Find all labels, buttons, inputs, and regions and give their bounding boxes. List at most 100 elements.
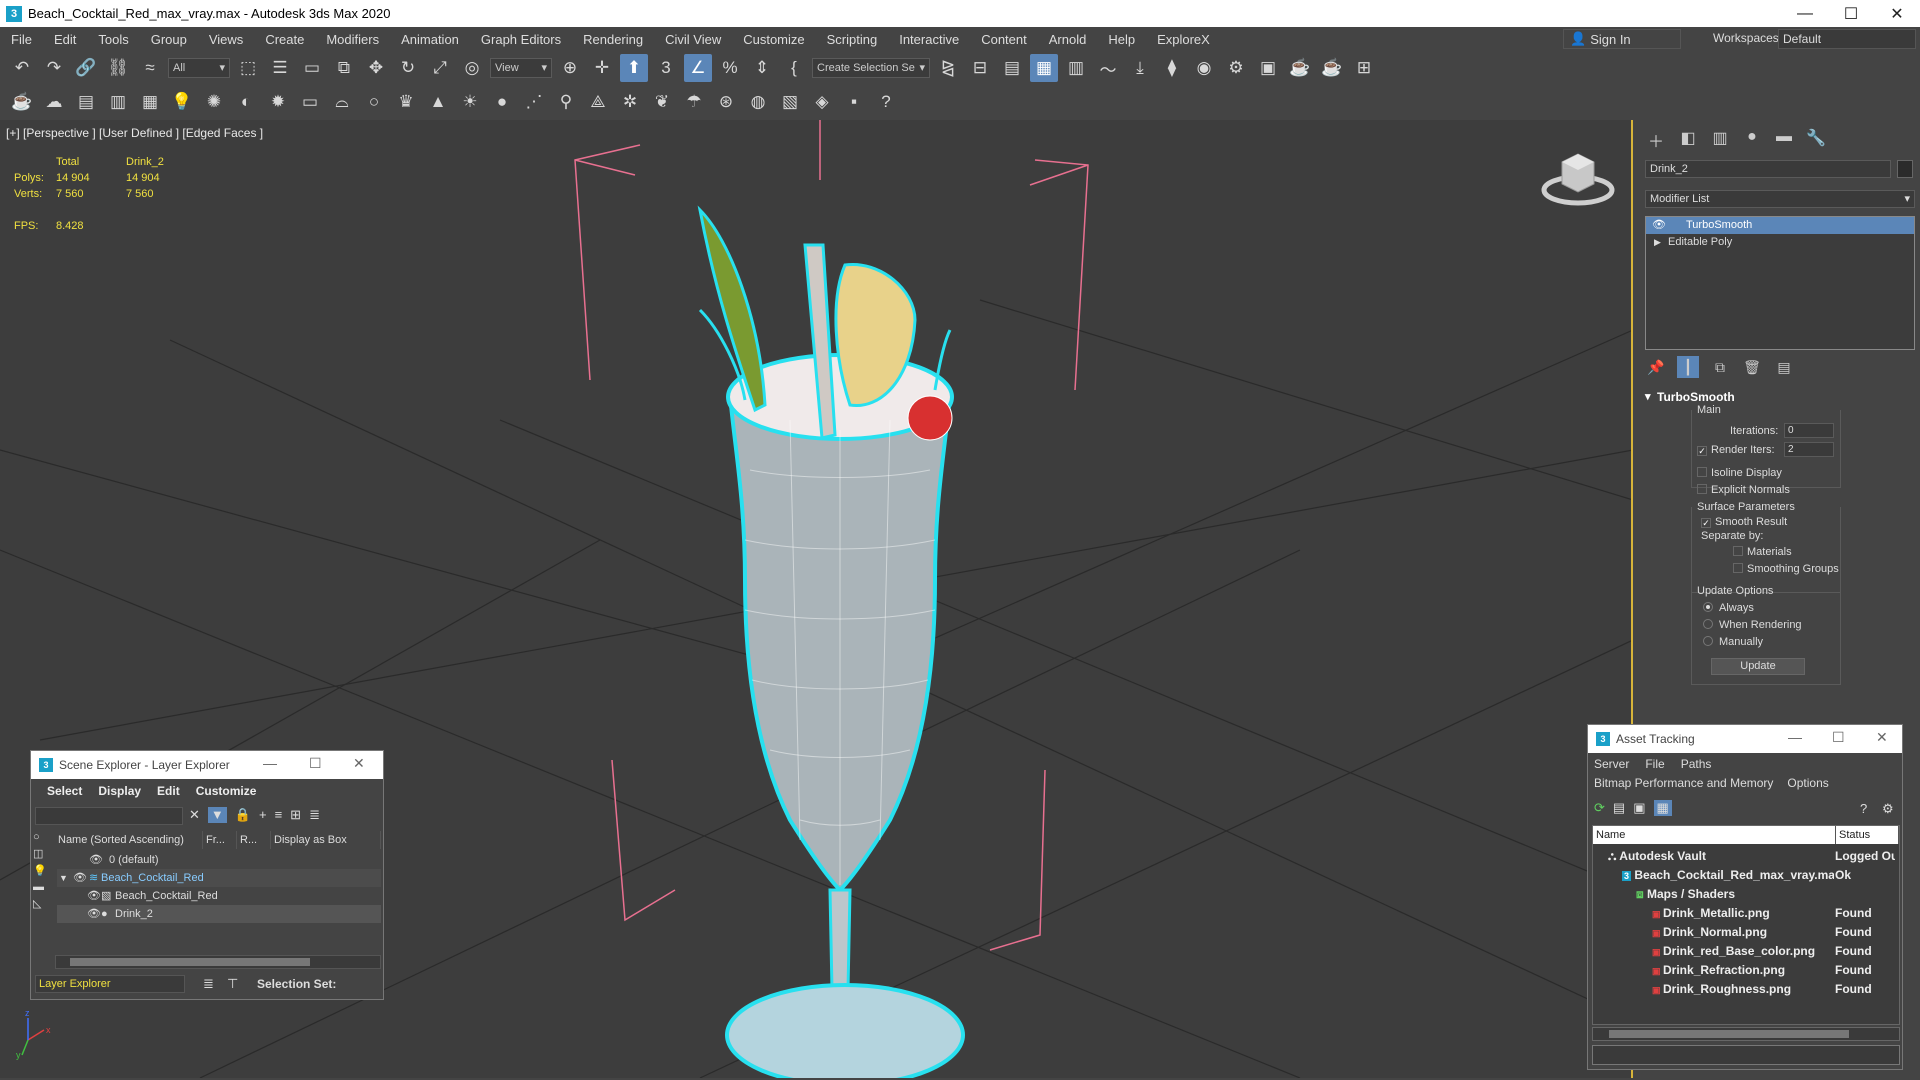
select-object-icon[interactable]: ⬚ xyxy=(234,54,262,82)
bind-spacewarp-icon[interactable]: ≈ xyxy=(136,54,164,82)
sun-icon[interactable]: ☀ xyxy=(456,88,484,116)
sign-in-dropdown[interactable]: 👤 Sign In xyxy=(1563,29,1681,49)
mirror-icon[interactable]: ⧎ xyxy=(934,54,962,82)
always-radio[interactable]: Always xyxy=(1703,602,1754,614)
menu-file[interactable]: File xyxy=(0,32,43,47)
make-unique-icon[interactable]: ⧉ xyxy=(1709,356,1731,378)
eye-icon[interactable]: 👁 xyxy=(89,851,103,869)
maximize-icon[interactable]: ☐ xyxy=(1828,0,1874,27)
menu-rendering[interactable]: Rendering xyxy=(572,32,654,47)
select-move-icon[interactable]: ✥ xyxy=(362,54,390,82)
ies-light-icon[interactable]: ◐ xyxy=(232,88,260,116)
menu-interactive[interactable]: Interactive xyxy=(888,32,970,47)
column-name[interactable]: Name (Sorted Ascending) xyxy=(55,831,203,849)
select-scale-icon[interactable]: ⤢ xyxy=(426,54,454,82)
motion-tab-icon[interactable]: ● xyxy=(1741,128,1763,150)
maximize-icon[interactable]: ☐ xyxy=(309,755,322,772)
scrollbar-thumb[interactable] xyxy=(70,958,310,966)
ref-coord-dropdown[interactable]: View xyxy=(490,58,552,78)
horizontal-scrollbar[interactable] xyxy=(55,955,381,969)
menu-arnold[interactable]: Arnold xyxy=(1038,32,1098,47)
plane-icon[interactable]: ⟁ xyxy=(584,88,612,116)
configure-sets-icon[interactable]: ▤ xyxy=(1773,356,1795,378)
render-production-icon[interactable]: ☕ xyxy=(1286,54,1314,82)
keyboard-shortcut-override-icon[interactable]: ⬆ xyxy=(620,54,648,82)
menu-scripting[interactable]: Scripting xyxy=(816,32,889,47)
column-render[interactable]: R... xyxy=(237,831,271,849)
menu-edit[interactable]: Edit xyxy=(43,32,87,47)
menu-paths[interactable]: Paths xyxy=(1681,757,1712,771)
snaps-toggle-icon[interactable]: 3 xyxy=(652,54,680,82)
lock-icon[interactable]: 🔒 xyxy=(235,807,251,823)
layer-row[interactable]: 👁 0 (default) xyxy=(57,851,381,869)
pivot-center-icon[interactable]: ⊕ xyxy=(556,54,584,82)
menu-bitmap-performance[interactable]: Bitmap Performance and Memory xyxy=(1594,776,1773,790)
smooth-result-checkbox[interactable]: ✓ Smooth Result xyxy=(1701,516,1787,528)
search-input[interactable] xyxy=(35,807,183,825)
undo-icon[interactable]: ↶ xyxy=(8,54,36,82)
rendered-frame-window-icon[interactable]: ▣ xyxy=(1254,54,1282,82)
menu-content[interactable]: Content xyxy=(970,32,1038,47)
vray-toolbar-icon[interactable]: ⊞ xyxy=(1350,54,1378,82)
menu-edit[interactable]: Edit xyxy=(149,784,188,798)
menu-select[interactable]: Select xyxy=(39,784,90,798)
render-elements-icon[interactable]: ▥ xyxy=(104,88,132,116)
eye-icon[interactable]: 👁 xyxy=(73,869,87,887)
utilities-tab-icon[interactable]: 🔧 xyxy=(1805,128,1827,150)
material-editor-icon[interactable]: ◉ xyxy=(1190,54,1218,82)
materials-checkbox[interactable]: Materials xyxy=(1733,546,1792,558)
modifier-list-dropdown[interactable]: Modifier List ▾ xyxy=(1645,190,1915,208)
redo-icon[interactable]: ↷ xyxy=(40,54,68,82)
when-rendering-radio[interactable]: When Rendering xyxy=(1703,619,1802,631)
vray-sun-icon[interactable]: ✹ xyxy=(264,88,292,116)
refresh-icon[interactable]: ⟳ xyxy=(1594,800,1605,816)
column-status[interactable]: Status xyxy=(1836,826,1899,844)
object-name-field[interactable]: Drink_2 xyxy=(1645,160,1891,178)
close-icon[interactable]: ✕ xyxy=(353,755,365,772)
filter-icon[interactable]: ▼ xyxy=(207,807,227,823)
link-icon[interactable]: 🔗 xyxy=(72,54,100,82)
asset-row[interactable]: ⛬ Autodesk Vault Logged Ou xyxy=(1592,847,1900,866)
rollout-title[interactable]: TurboSmooth xyxy=(1645,390,1915,404)
edit-named-selection-icon[interactable]: { xyxy=(780,54,808,82)
teapot-icon[interactable]: ☕ xyxy=(8,88,36,116)
selection-filter-dropdown[interactable]: All xyxy=(168,58,230,78)
ambient-light-icon[interactable]: ● xyxy=(488,88,516,116)
material-library-icon[interactable]: ▧ xyxy=(776,88,804,116)
sphere-light-icon[interactable]: ○ xyxy=(360,88,388,116)
save-vrscene-icon[interactable]: ▪ xyxy=(840,88,868,116)
asset-path-field[interactable] xyxy=(1592,1045,1900,1065)
expand-arrow-icon[interactable]: ▼ xyxy=(59,869,68,887)
minimize-icon[interactable]: — xyxy=(1788,729,1802,745)
clear-search-icon[interactable]: ✕ xyxy=(189,807,200,823)
object-row[interactable]: 👁 ● Drink_2 xyxy=(57,905,381,923)
close-icon[interactable]: ✕ xyxy=(1876,729,1888,746)
select-by-name-icon[interactable]: ☰ xyxy=(266,54,294,82)
angle-snap-icon[interactable]: ∠ xyxy=(684,54,712,82)
render-iterative-icon[interactable]: ☕ xyxy=(1318,54,1346,82)
layer-row[interactable]: ▼ 👁 ≋ Beach_Cocktail_Red xyxy=(57,869,381,887)
window-crossing-icon[interactable]: ⧉ xyxy=(330,54,358,82)
menu-group[interactable]: Group xyxy=(140,32,198,47)
menu-explorex[interactable]: ExploreX xyxy=(1146,32,1221,47)
schematic-view-icon[interactable]: ⧫ xyxy=(1158,54,1186,82)
plane-light-icon[interactable]: ▭ xyxy=(296,88,324,116)
scene-explorer-titlebar[interactable]: 3 Scene Explorer - Layer Explorer — ☐ ✕ xyxy=(31,751,383,779)
hierarchy-mode-icon[interactable]: ⊤ xyxy=(227,976,238,992)
viewport-label[interactable]: [+] [Perspective ] [User Defined ] [Edge… xyxy=(6,126,263,140)
eye-icon[interactable]: 👁 xyxy=(87,887,101,905)
ball-icon[interactable]: ✲ xyxy=(616,88,644,116)
manually-radio[interactable]: Manually xyxy=(1703,636,1763,648)
unlink-icon[interactable]: ⛓ xyxy=(104,54,132,82)
asset-row[interactable]: ⧈ Maps / Shaders xyxy=(1592,885,1900,904)
cameras-icon[interactable]: ▬ xyxy=(33,881,51,893)
asset-row[interactable]: ▣ Drink_Metallic.png Found xyxy=(1592,904,1900,923)
vfb-icon[interactable]: ▦ xyxy=(136,88,164,116)
menu-animation[interactable]: Animation xyxy=(390,32,470,47)
asset-row[interactable]: ▣ Drink_red_Base_color.png Found xyxy=(1592,942,1900,961)
dope-sheet-icon[interactable]: ⤓ xyxy=(1126,54,1154,82)
menu-server[interactable]: Server xyxy=(1594,757,1629,771)
object-color-swatch[interactable] xyxy=(1897,160,1913,178)
cloud-icon[interactable]: ☁ xyxy=(40,88,68,116)
thumbnail-view-icon[interactable]: ▣ xyxy=(1633,800,1645,816)
